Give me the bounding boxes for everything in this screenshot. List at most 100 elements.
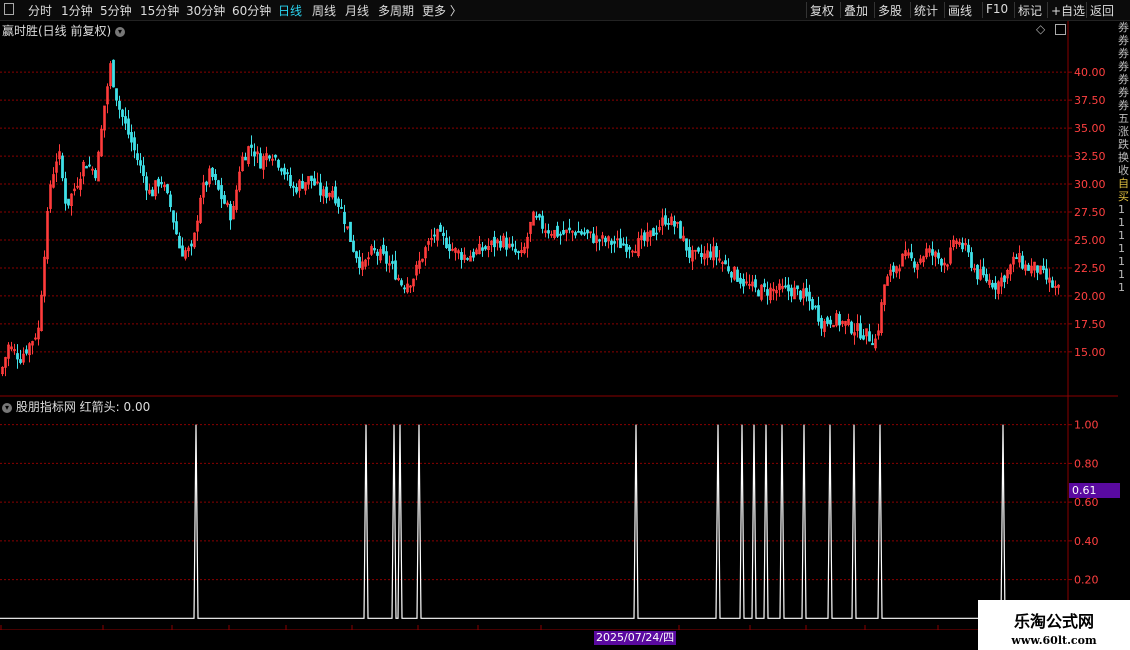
candle-body bbox=[829, 319, 832, 325]
candle-body bbox=[667, 223, 670, 225]
side-strip-char: 买 bbox=[1118, 190, 1129, 203]
toolbar-button[interactable]: 叠加 bbox=[844, 2, 868, 19]
candle-body bbox=[724, 260, 727, 265]
candle-body bbox=[538, 214, 541, 218]
candle-body bbox=[655, 232, 658, 235]
toolbar-button[interactable]: 复权 bbox=[810, 2, 834, 19]
cursor-value-label: 0.61 bbox=[1069, 483, 1120, 498]
indicator-series-line bbox=[0, 424, 1068, 619]
side-strip-char: 1 bbox=[1118, 203, 1125, 216]
toolbar-button[interactable]: 多股 bbox=[878, 2, 902, 19]
toolbar-button[interactable]: 统计 bbox=[914, 2, 938, 19]
period-tab[interactable]: 分时 bbox=[28, 2, 52, 19]
candle-body bbox=[613, 241, 616, 244]
candles bbox=[1, 59, 1060, 377]
candle-body bbox=[445, 237, 448, 249]
candle-body bbox=[352, 240, 355, 252]
candle-body bbox=[292, 185, 295, 188]
candle-body bbox=[220, 185, 223, 200]
indicator-tick-label: 1.00 bbox=[1074, 419, 1099, 432]
side-strip-char: 券 bbox=[1118, 21, 1129, 34]
candle-body bbox=[205, 181, 208, 186]
indicator-axis: 0.20 0.40 0.60 0.80 1.00 bbox=[1068, 419, 1099, 587]
candle-body bbox=[376, 251, 379, 256]
diamond-icon[interactable]: ◇ bbox=[1036, 22, 1045, 36]
candle-body bbox=[139, 160, 142, 166]
indicator-panel-title[interactable]: ▾ 股朋指标网 红箭头: 0.00 bbox=[2, 398, 150, 415]
candle-body bbox=[115, 88, 118, 101]
indicator-series-label: 红箭头: 0.00 bbox=[79, 400, 151, 414]
chevron-down-icon[interactable]: ▾ bbox=[115, 26, 126, 37]
period-tab[interactable]: 1分钟 bbox=[61, 2, 93, 19]
period-tab[interactable]: 多周期 bbox=[378, 2, 414, 19]
period-tab[interactable]: 5分钟 bbox=[100, 2, 132, 19]
candle-body bbox=[628, 246, 631, 250]
candle-body bbox=[799, 290, 802, 300]
candle-body bbox=[808, 291, 811, 302]
price-tick-label: 20.00 bbox=[1074, 290, 1106, 303]
toolbar: 分时 1分钟 5分钟 15分钟 30分钟 60分钟 日线 周线 月线 多周期 更多 〉 复权 叠加 多股… bbox=[0, 0, 1130, 21]
period-tab[interactable]: 30分钟 bbox=[186, 2, 225, 19]
candle-body bbox=[289, 175, 292, 187]
candle-body bbox=[67, 198, 70, 206]
toolbar-button[interactable]: 标记 bbox=[1018, 2, 1042, 19]
candle-body bbox=[310, 175, 313, 181]
main-panel-title[interactable]: 赢时胜(日线 前复权) ▾ bbox=[2, 22, 126, 39]
period-tab[interactable]: 15分钟 bbox=[140, 2, 179, 19]
toolbar-button[interactable]: F10 bbox=[986, 2, 1008, 16]
period-tab[interactable]: 周线 bbox=[312, 2, 336, 19]
candle-body bbox=[64, 178, 67, 204]
candle-body bbox=[982, 266, 985, 276]
candle-body bbox=[157, 178, 160, 187]
candle-body bbox=[985, 274, 988, 282]
candle-body bbox=[166, 184, 169, 194]
candle-body bbox=[493, 236, 496, 248]
candle-body bbox=[481, 247, 484, 251]
candle-body bbox=[295, 187, 298, 193]
candle-body bbox=[868, 331, 871, 342]
chevron-down-icon[interactable]: ▾ bbox=[2, 402, 12, 413]
side-strip-char: 券 bbox=[1118, 99, 1129, 112]
period-tab[interactable]: 日线 bbox=[278, 2, 302, 19]
period-tab[interactable]: 60分钟 bbox=[232, 2, 271, 19]
toolbar-button[interactable]: +自选 bbox=[1051, 2, 1085, 19]
candle-body bbox=[547, 230, 550, 234]
price-tick-label: 35.00 bbox=[1074, 122, 1106, 135]
candle-body bbox=[313, 178, 316, 186]
candle-body bbox=[355, 251, 358, 259]
candle-body bbox=[280, 168, 283, 172]
panel-toggle-icon[interactable] bbox=[1055, 24, 1067, 35]
candle-body bbox=[664, 215, 667, 225]
candle-body bbox=[337, 198, 340, 207]
candle-body bbox=[1003, 275, 1006, 283]
candle-body bbox=[811, 299, 814, 310]
period-tab[interactable]: 更多 〉 bbox=[422, 2, 462, 19]
window-icon[interactable] bbox=[4, 3, 14, 15]
side-strip-char: 1 bbox=[1118, 255, 1125, 268]
candle-body bbox=[715, 246, 718, 258]
period-tab[interactable]: 月线 bbox=[345, 2, 369, 19]
side-strip-char: 自 bbox=[1118, 177, 1129, 190]
candle-body bbox=[643, 232, 646, 241]
candle-body bbox=[976, 264, 979, 280]
side-quote-strip: 券券券券券券券五涨跌换收自买1111111 bbox=[1118, 21, 1130, 630]
side-strip-char: 收 bbox=[1118, 164, 1129, 177]
candle-body bbox=[433, 234, 436, 237]
candle-body bbox=[619, 238, 622, 249]
cursor-date-label: 2025/07/24/四 bbox=[594, 631, 677, 645]
toolbar-separator bbox=[944, 2, 945, 18]
candle-body bbox=[709, 251, 712, 258]
candle-body bbox=[274, 154, 277, 158]
candle-body bbox=[127, 118, 130, 135]
toolbar-button[interactable]: 返回 bbox=[1090, 2, 1114, 19]
indicator-tick-label: 0.40 bbox=[1074, 535, 1099, 548]
candle-body bbox=[931, 249, 934, 256]
candle-body bbox=[112, 59, 115, 88]
candle-body bbox=[685, 238, 688, 251]
side-strip-char: 1 bbox=[1118, 242, 1125, 255]
candle-body bbox=[259, 153, 262, 169]
candle-body bbox=[814, 305, 817, 308]
toolbar-separator bbox=[982, 2, 983, 18]
toolbar-button[interactable]: 画线 bbox=[948, 2, 972, 19]
candle-body bbox=[160, 181, 163, 185]
